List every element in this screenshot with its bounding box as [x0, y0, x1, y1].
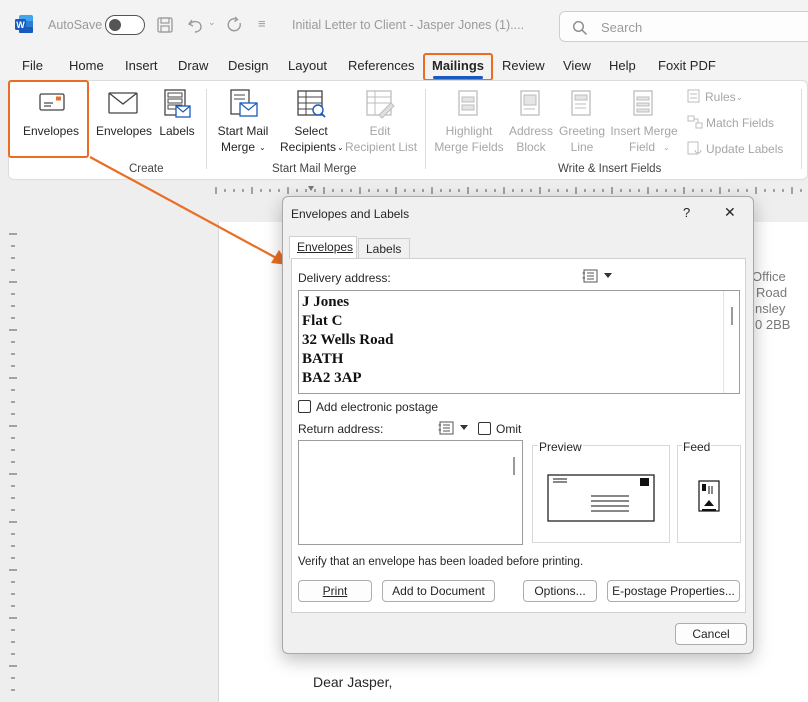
verify-message: Verify that an envelope has been loaded … [298, 556, 584, 568]
envelope-preview-icon [547, 474, 655, 522]
delivery-address-scrollbar[interactable] [723, 291, 739, 393]
omit-label: Omit [496, 422, 522, 436]
scrollbar-thumb[interactable] [513, 457, 515, 475]
omit-checkbox[interactable] [478, 422, 491, 435]
close-icon[interactable]: ✕ [724, 204, 736, 221]
delivery-address-line: 32 Wells Road [302, 332, 394, 348]
delivery-address-line: Flat C [302, 313, 343, 329]
feed-frame[interactable]: Feed [677, 440, 741, 543]
delivery-address-line: J Jones [302, 294, 350, 310]
add-to-document-button[interactable]: Add to Document [382, 580, 495, 602]
feed-label: Feed [682, 440, 712, 454]
delivery-address-label: Delivery address: [298, 271, 391, 285]
preview-frame[interactable]: Preview [532, 440, 670, 543]
delivery-address-line: BATH [302, 351, 344, 367]
address-book-icon [438, 421, 454, 435]
delivery-address-field[interactable]: J Jones Flat C 32 Wells Road BATH BA2 3A… [298, 290, 740, 394]
dropdown-caret-icon [604, 273, 612, 278]
delivery-address-line: BA2 3AP [302, 370, 362, 386]
e-postage-properties-button-label: E-postage Properties... [612, 584, 735, 598]
tab-labels[interactable]: Labels [358, 238, 410, 258]
tab-labels-label: Labels [366, 242, 402, 256]
options-button-label: Options... [534, 584, 586, 598]
add-electronic-postage-checkbox[interactable] [298, 400, 311, 413]
e-postage-properties-button[interactable]: E-postage Properties... [607, 580, 740, 602]
preview-label: Preview [538, 440, 583, 454]
dialog-title: Envelopes and Labels [291, 207, 410, 221]
envelopes-tab-panel: Delivery address: J Jones Flat C 32 Well… [291, 258, 746, 613]
tab-envelopes[interactable]: Envelopes [289, 236, 357, 259]
address-book-dropdown[interactable] [582, 268, 616, 284]
add-to-document-button-label: Add to Document [392, 584, 485, 598]
cancel-button[interactable]: Cancel [675, 623, 747, 645]
scrollbar-thumb[interactable] [731, 307, 733, 325]
dropdown-caret-icon [460, 425, 468, 430]
address-book-icon [582, 269, 598, 283]
return-address-field[interactable] [298, 440, 523, 545]
return-address-book-dropdown[interactable] [438, 420, 472, 436]
print-button-label: Print [322, 584, 348, 598]
add-electronic-postage-label: Add electronic postage [316, 400, 439, 414]
envelopes-and-labels-dialog: Envelopes and Labels ? ✕ Envelopes Label… [282, 196, 754, 654]
return-address-label: Return address: [298, 422, 384, 436]
feed-orientation-icon [698, 480, 720, 512]
print-button[interactable]: Print [298, 580, 372, 602]
tab-envelopes-label: Envelopes [297, 240, 354, 254]
cancel-button-label: Cancel [692, 627, 730, 641]
options-button[interactable]: Options... [523, 580, 597, 602]
return-address-scrollbar[interactable] [506, 441, 522, 544]
help-icon[interactable]: ? [683, 205, 690, 220]
